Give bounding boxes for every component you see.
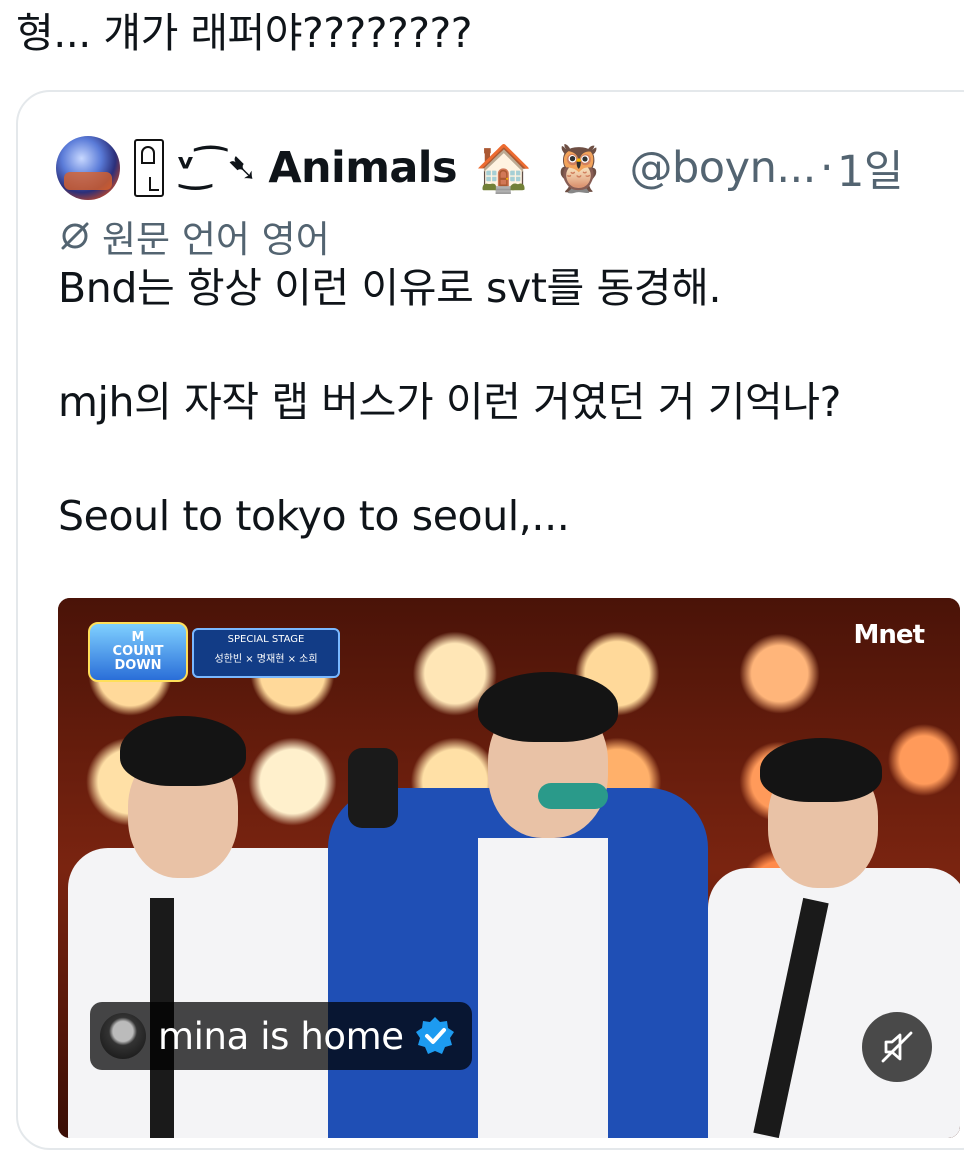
quoted-author-handle[interactable]: @boyn...	[630, 143, 817, 193]
quoted-body-line: Seoul to tokyo to seoul,...	[58, 492, 570, 540]
speaker-muted-icon	[881, 1031, 913, 1063]
verified-badge-icon	[415, 1017, 454, 1054]
quoted-body-line: Bnd는 항상 이런 이유로 svt를 동경해.	[58, 264, 722, 312]
source-account-avatar	[100, 1013, 146, 1059]
quoted-tweet-header: ᵛ͜⁀➷ Animals 🏠 🦉 @boyn... · 1일	[56, 132, 903, 204]
quoted-body-line: mjh의 자작 랩 버스가 이런 거였던 거 기억나?	[58, 378, 842, 426]
tweet-text: 형... 걔가 래퍼야????????	[16, 9, 473, 57]
house-emoji: 🏠	[474, 141, 533, 195]
video-player[interactable]: M COUNT DOWN SPECIAL STAGE 성한빈 × 명재현 × 소…	[58, 598, 960, 1138]
source-account-name: mina is home	[158, 1014, 404, 1058]
translation-note: 원문 언어 영어	[58, 210, 330, 262]
quoted-tweet-body: Bnd는 항상 이런 이유로 svt를 동경해. mjh의 자작 랩 버스가 이…	[58, 260, 958, 545]
mute-button[interactable]	[862, 1012, 932, 1082]
quoted-author-avatar[interactable]	[56, 136, 120, 200]
translate-icon	[61, 222, 89, 250]
separator-dot: ·	[819, 143, 834, 193]
owl-emoji: 🦉	[550, 141, 608, 195]
quoted-tweet-card[interactable]: ᵛ͜⁀➷ Animals 🏠 🦉 @boyn... · 1일 원문 언어 영어 …	[16, 90, 964, 1150]
quoted-tweet-timestamp[interactable]: 1일	[837, 137, 903, 199]
name-decoration: ᵛ͜⁀➷	[176, 146, 259, 190]
translation-note-label: 원문 언어 영어	[102, 218, 330, 261]
quoted-author-name[interactable]: Animals	[268, 143, 457, 193]
door-icon	[134, 139, 164, 197]
video-source-chip[interactable]: mina is home	[90, 1002, 472, 1070]
